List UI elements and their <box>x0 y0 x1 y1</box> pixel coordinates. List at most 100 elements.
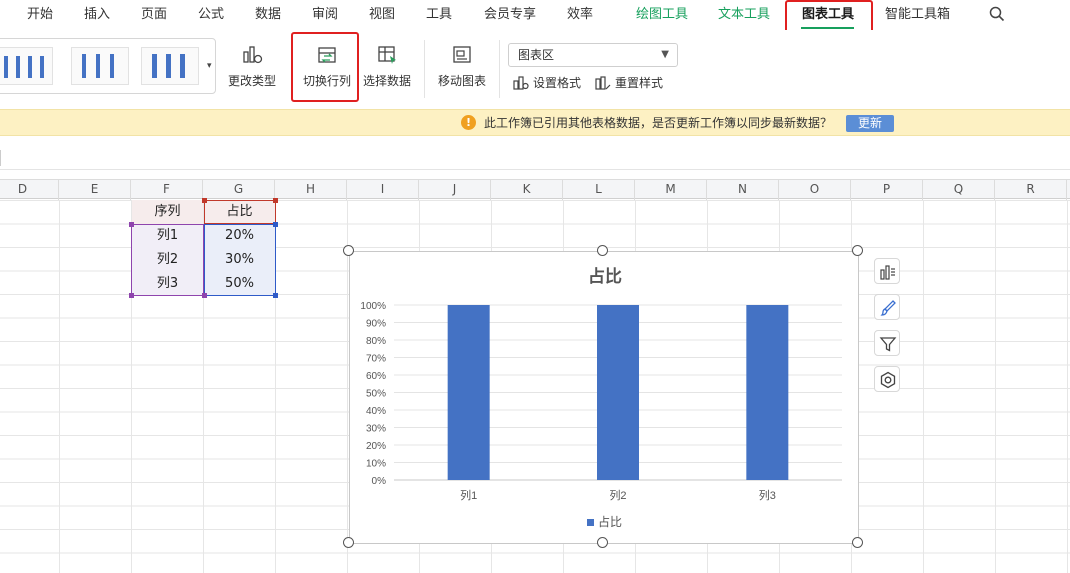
bar[interactable] <box>746 305 789 480</box>
chart-elements-icon <box>880 265 895 280</box>
x-tick-label: 列1 <box>460 488 477 502</box>
resize-handle[interactable] <box>852 245 863 256</box>
update-button[interactable]: 更新 <box>846 115 894 132</box>
resize-handle[interactable] <box>343 245 354 256</box>
chart-element-select[interactable]: 图表区 ▼ <box>508 43 678 67</box>
chart-style-thumb[interactable] <box>0 47 53 85</box>
tab-formula[interactable]: 公式 <box>198 0 224 30</box>
series-name-range <box>204 200 276 224</box>
range-handle[interactable] <box>202 198 207 203</box>
ribbon: ▾ 更改类型 切换行列 选择数据 移动图表 图表区 ▼ 设置格式 重置样式 <box>0 30 1070 108</box>
chart-title[interactable]: 占比 <box>588 266 622 286</box>
chart-element-select-value: 图表区 <box>518 48 555 62</box>
tab-home[interactable]: 开始 <box>27 0 53 30</box>
tab-text-tools[interactable]: 文本工具 <box>718 0 770 30</box>
tab-view[interactable]: 视图 <box>369 0 395 30</box>
resize-handle[interactable] <box>597 537 608 548</box>
column-header[interactable]: Q <box>923 180 995 200</box>
tab-tools[interactable]: 工具 <box>426 0 452 30</box>
move-chart-icon <box>453 46 471 63</box>
tab-member[interactable]: 会员专享 <box>484 0 536 30</box>
column-header[interactable]: J <box>419 180 491 200</box>
column-header[interactable]: P <box>851 180 923 200</box>
resize-handle[interactable] <box>343 537 354 548</box>
y-tick-label: 80% <box>366 336 386 347</box>
resize-handle[interactable] <box>597 245 608 256</box>
value-range <box>204 224 276 296</box>
tab-data[interactable]: 数据 <box>255 0 281 30</box>
tab-drawing-tools[interactable]: 绘图工具 <box>636 0 688 30</box>
x-tick-label: 列2 <box>609 488 626 502</box>
brush-icon <box>880 300 896 316</box>
y-tick-label: 90% <box>366 319 386 330</box>
gallery-more-icon[interactable]: ▾ <box>207 61 212 71</box>
range-handle[interactable] <box>273 222 278 227</box>
move-chart-label: 移动图表 <box>437 74 486 88</box>
column-header[interactable]: G <box>203 180 275 200</box>
formula-divider <box>0 150 1 166</box>
column-header[interactable]: L <box>563 180 635 200</box>
range-handle[interactable] <box>129 293 134 298</box>
chart-area[interactable]: 占比 0% 10% 20% 30% 40% 50% 60% 70% 80% 90% 100% 列1 列… <box>349 251 859 544</box>
move-chart-button[interactable]: 移动图表 <box>437 44 487 89</box>
y-tick-label: 0% <box>372 476 387 487</box>
y-tick-label: 100% <box>360 301 386 312</box>
set-format-button[interactable]: 设置格式 <box>513 74 581 92</box>
range-handle[interactable] <box>202 293 207 298</box>
y-tick-label: 10% <box>366 459 386 470</box>
column-header[interactable]: E <box>59 180 131 200</box>
change-type-label: 更改类型 <box>228 74 277 88</box>
range-handle[interactable] <box>273 293 278 298</box>
select-data-label: 选择数据 <box>363 74 412 88</box>
bar[interactable] <box>597 305 639 480</box>
column-headers: D E F G H I J K L M N O P Q R <box>0 179 1070 200</box>
info-icon: ! <box>461 115 476 130</box>
column-header[interactable]: O <box>779 180 851 200</box>
column-header[interactable]: I <box>347 180 419 200</box>
chart-style-thumb[interactable] <box>141 47 199 85</box>
range-handle[interactable] <box>129 222 134 227</box>
column-header[interactable]: F <box>131 180 203 200</box>
y-tick-label: 30% <box>366 424 386 435</box>
resize-handle[interactable] <box>852 537 863 548</box>
ribbon-separator <box>499 40 500 98</box>
column-header[interactable]: H <box>275 180 347 200</box>
y-tick-label: 40% <box>366 406 386 417</box>
chart-filter-button[interactable] <box>874 330 900 356</box>
set-format-icon <box>513 76 529 90</box>
column-header[interactable]: D <box>0 180 59 200</box>
chart-style-thumb[interactable] <box>71 47 129 85</box>
formula-bar[interactable] <box>0 146 1070 170</box>
x-tick-label: 列3 <box>759 488 776 502</box>
search-icon[interactable] <box>989 6 1005 26</box>
table-header-cell[interactable]: 序列 <box>132 200 203 224</box>
reset-style-icon <box>595 76 611 90</box>
column-header[interactable]: M <box>635 180 707 200</box>
select-data-button[interactable]: 选择数据 <box>363 44 411 89</box>
tab-page[interactable]: 页面 <box>141 0 167 30</box>
notice-text: 此工作簿已引用其他表格数据，是否更新工作簿以同步最新数据？ <box>484 116 833 130</box>
select-data-icon <box>378 46 396 64</box>
column-header[interactable]: R <box>995 180 1067 200</box>
legend-swatch <box>587 519 594 526</box>
spreadsheet-app: 开始 插入 页面 公式 数据 审阅 视图 工具 会员专享 效率 绘图工具 文本工… <box>0 0 1070 573</box>
chevron-down-icon: ▼ <box>661 49 669 60</box>
change-type-button[interactable]: 更改类型 <box>228 44 276 89</box>
reset-style-button[interactable]: 重置样式 <box>595 74 663 92</box>
tab-smart-toolbox[interactable]: 智能工具箱 <box>885 0 950 30</box>
chart-style-button[interactable] <box>874 294 900 320</box>
bar-chart[interactable]: 占比 0% 10% 20% 30% 40% 50% 60% 70% 80% 90% 100% 列1 列… <box>350 252 860 545</box>
column-header[interactable]: N <box>707 180 779 200</box>
chart-style-gallery[interactable]: ▾ <box>0 38 216 94</box>
tab-insert[interactable]: 插入 <box>84 0 110 30</box>
bar[interactable] <box>447 305 490 480</box>
legend-label[interactable]: 占比 <box>598 514 622 529</box>
range-handle[interactable] <box>273 198 278 203</box>
chart-elements-button[interactable] <box>874 258 900 284</box>
tab-efficiency[interactable]: 效率 <box>567 0 593 30</box>
tab-review[interactable]: 审阅 <box>312 0 338 30</box>
ribbon-separator <box>424 40 425 98</box>
column-header[interactable]: K <box>491 180 563 200</box>
chart-settings-button[interactable] <box>874 366 900 392</box>
y-tick-label: 60% <box>366 371 386 382</box>
